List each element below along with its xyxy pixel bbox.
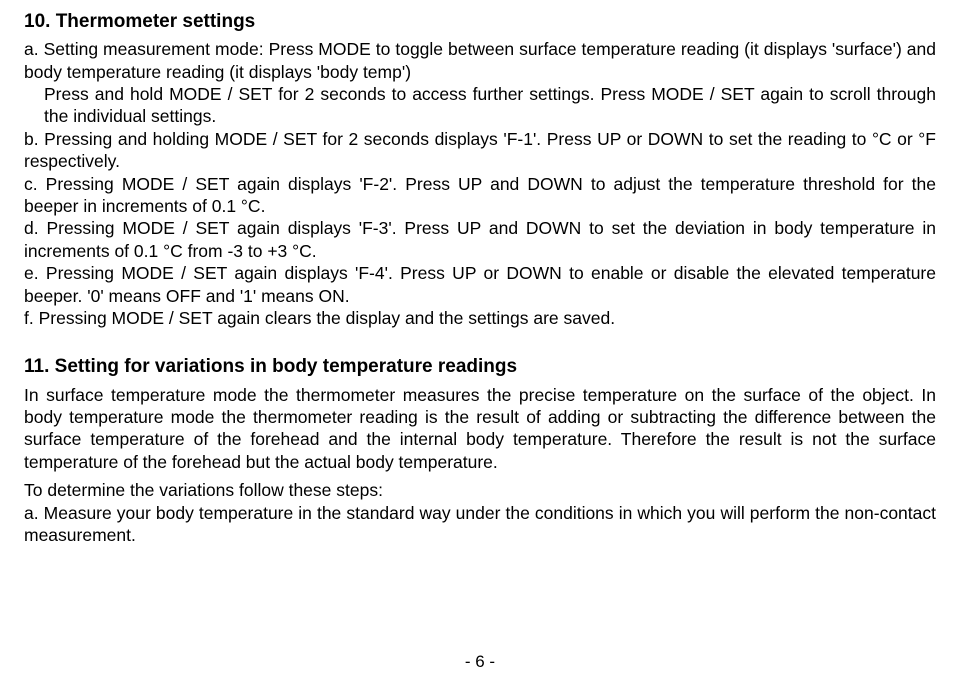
section-10-item-e: e. Pressing MODE / SET again displays 'F… bbox=[24, 262, 936, 307]
section-10-heading: 10. Thermometer settings bbox=[24, 10, 936, 34]
section-10-item-d: d. Pressing MODE / SET again displays 'F… bbox=[24, 217, 936, 262]
section-10-item-c: c. Pressing MODE / SET again displays 'F… bbox=[24, 173, 936, 218]
section-10-item-a-cont: Press and hold MODE / SET for 2 seconds … bbox=[24, 83, 936, 128]
section-10-item-b: b. Pressing and holding MODE / SET for 2… bbox=[24, 128, 936, 173]
section-10-item-f: f. Pressing MODE / SET again clears the … bbox=[24, 307, 936, 329]
page-number: - 6 - bbox=[0, 651, 960, 673]
section-11-item-a: a. Measure your body temperature in the … bbox=[24, 502, 936, 547]
section-11-para1: In surface temperature mode the thermome… bbox=[24, 384, 936, 474]
section-10-item-a: a. Setting measurement mode: Press MODE … bbox=[24, 38, 936, 83]
section-11-heading: 11. Setting for variations in body tempe… bbox=[24, 355, 936, 379]
section-11-para2: To determine the variations follow these… bbox=[24, 479, 936, 501]
